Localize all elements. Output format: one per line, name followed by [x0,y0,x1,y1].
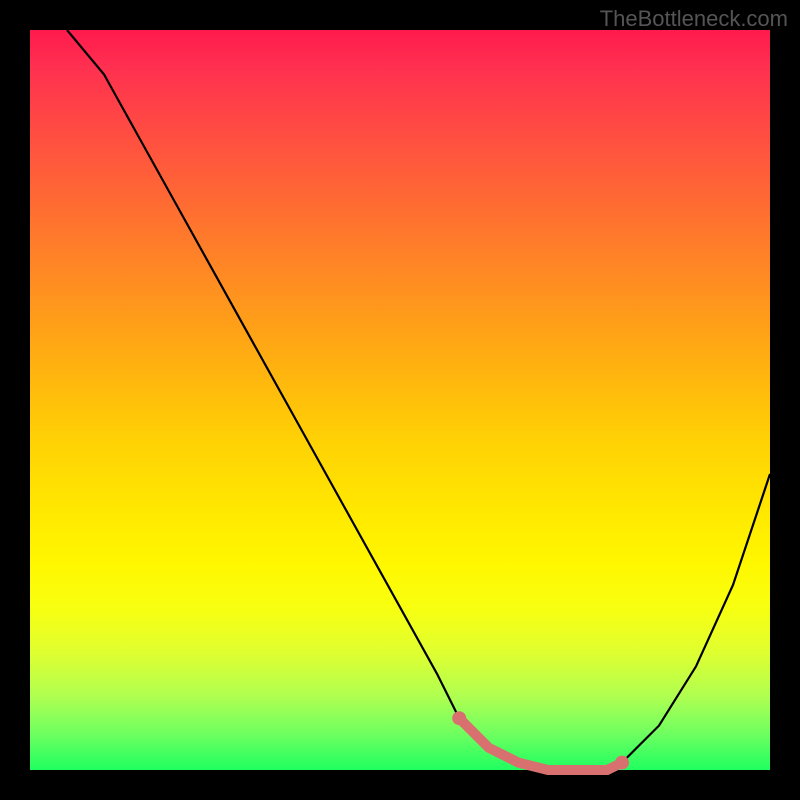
optimal-zone-dot [615,756,629,770]
chart-plot-area [30,30,770,770]
chart-svg [30,30,770,770]
bottleneck-curve-path [67,30,770,770]
optimal-zone-dot [452,711,466,725]
optimal-zone-markers [452,711,629,770]
optimal-zone-line [459,718,622,770]
watermark-text: TheBottleneck.com [600,6,788,32]
